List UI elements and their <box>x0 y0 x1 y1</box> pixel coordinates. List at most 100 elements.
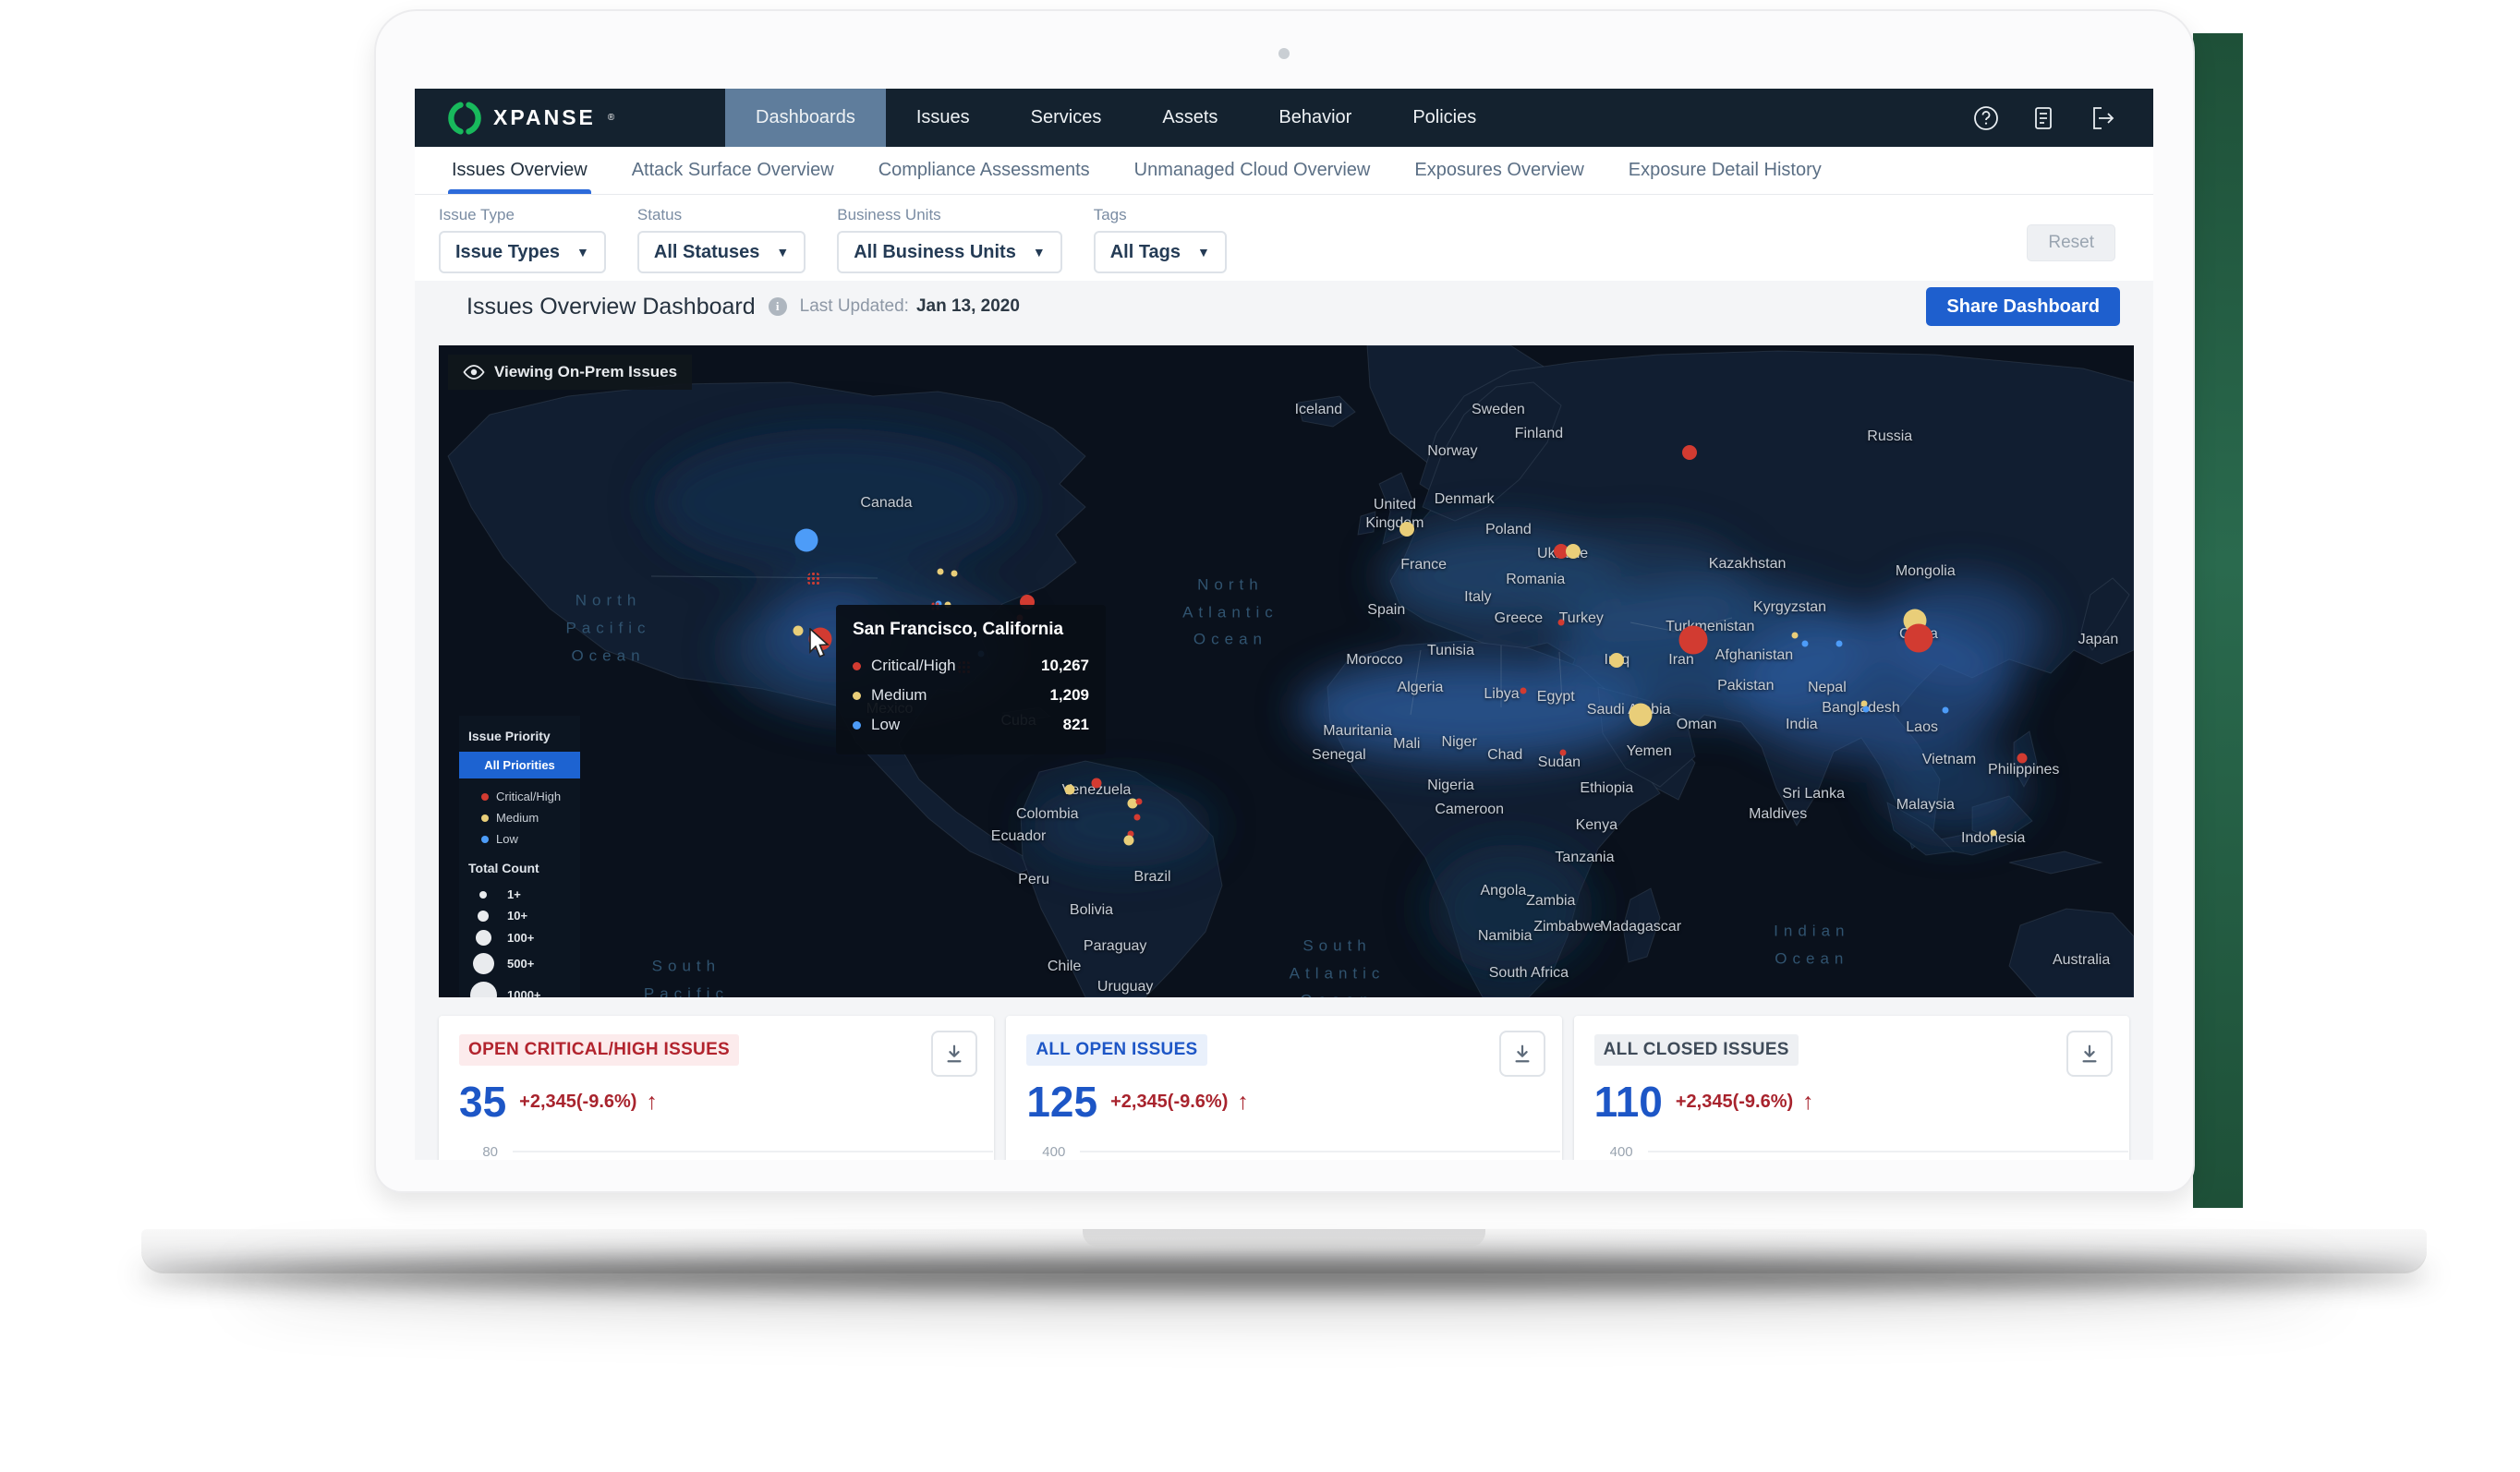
mini-chart-svg <box>1648 1136 2128 1160</box>
issue-marker-yellow[interactable] <box>1609 653 1624 668</box>
card-title-badge: ALL OPEN ISSUES <box>1026 1034 1206 1066</box>
issue-marker-red[interactable] <box>1135 799 1142 805</box>
download-button[interactable] <box>1499 1031 1545 1077</box>
legend-priority-critical-high[interactable]: Critical/High <box>468 786 571 807</box>
issue-marker-red[interactable] <box>1559 749 1566 755</box>
tab-compliance-assessments[interactable]: Compliance Assessments <box>878 147 1090 194</box>
eye-icon <box>463 365 485 380</box>
mouse-cursor-icon <box>808 628 832 659</box>
issue-marker-red[interactable] <box>1091 778 1101 788</box>
nav-item-services[interactable]: Services <box>1000 89 1133 147</box>
nav-item-assets[interactable]: Assets <box>1132 89 1248 147</box>
trend-up-icon: ↑ <box>1237 1089 1249 1116</box>
issue-marker-yellow[interactable] <box>1566 544 1581 559</box>
issue-marker-yellow[interactable] <box>794 626 804 636</box>
dropdown-status[interactable]: All Statuses▼ <box>637 231 806 273</box>
issue-marker-yellow[interactable] <box>1630 704 1653 727</box>
mini-chart-svg <box>1080 1136 1560 1160</box>
issue-marker-red[interactable] <box>806 572 821 586</box>
map-legend: Issue Priority All Priorities Critical/H… <box>459 716 580 997</box>
issue-marker-red[interactable] <box>1134 814 1141 821</box>
issue-marker-red[interactable] <box>1904 623 1932 652</box>
legend-count-title: Total Count <box>468 861 571 875</box>
tooltip-row-critical-high: Critical/High10,267 <box>853 651 1089 681</box>
axis-tick-top: 400 <box>1594 1144 1633 1160</box>
issue-marker-red[interactable] <box>1682 445 1697 460</box>
issue-marker-blue[interactable] <box>1802 641 1809 647</box>
issue-marker-yellow[interactable] <box>1399 522 1414 537</box>
count-label: 500+ <box>507 957 534 971</box>
count-label: 1+ <box>507 887 521 901</box>
help-icon[interactable] <box>1972 104 2000 132</box>
tab-exposure-detail-history[interactable]: Exposure Detail History <box>1629 147 1822 194</box>
share-dashboard-button[interactable]: Share Dashboard <box>1926 287 2120 326</box>
issue-marker-red[interactable] <box>1557 620 1564 626</box>
yellow-dot-icon <box>481 814 489 822</box>
tab-issues-overview[interactable]: Issues Overview <box>452 147 588 194</box>
nav-utilities <box>1972 89 2153 147</box>
issue-marker-yellow[interactable] <box>938 568 944 574</box>
dropdown-value: All Statuses <box>654 242 759 263</box>
legend-count-items: 1+10+100+500+1000+ <box>468 884 571 997</box>
filter-tags: TagsAll Tags▼ <box>1094 206 1227 273</box>
issue-marker-blue[interactable] <box>795 529 818 552</box>
card-value-row: 35+2,345(-9.6%)↑ <box>459 1077 974 1127</box>
issue-marker-blue[interactable] <box>1863 706 1870 712</box>
count-circle-icon <box>473 953 494 974</box>
tooltip-row-label: Critical/High <box>871 657 956 675</box>
tab-exposures-overview[interactable]: Exposures Overview <box>1414 147 1583 194</box>
tooltip-row-label: Medium <box>871 686 927 705</box>
tooltip-rows: Critical/High10,267Medium1,209Low821 <box>853 651 1089 740</box>
metric-card-all-closed-issues: ALL CLOSED ISSUES110+2,345(-9.6%)↑400300 <box>1574 1016 2129 1160</box>
issue-marker-yellow[interactable] <box>1990 830 1996 837</box>
nav-item-issues[interactable]: Issues <box>886 89 1000 147</box>
issue-marker-red[interactable] <box>2017 753 2027 763</box>
issue-marker-yellow[interactable] <box>1123 835 1133 845</box>
nav-items: DashboardsIssuesServicesAssetsBehaviorPo… <box>725 89 1507 147</box>
dropdown-business-units[interactable]: All Business Units▼ <box>837 231 1061 273</box>
issue-marker-yellow[interactable] <box>1064 784 1074 794</box>
legend-all-priorities[interactable]: All Priorities <box>459 752 580 778</box>
dropdown-issue-type[interactable]: Issue Types▼ <box>439 231 606 273</box>
download-button[interactable] <box>2066 1031 2113 1077</box>
card-value-row: 110+2,345(-9.6%)↑ <box>1594 1077 2109 1127</box>
issue-marker-yellow[interactable] <box>951 571 957 577</box>
red-dot-icon <box>853 662 861 670</box>
legend-priority-low[interactable]: Low <box>468 828 571 850</box>
laptop-base-notch <box>1083 1229 1485 1247</box>
dropdown-tags[interactable]: All Tags▼ <box>1094 231 1227 273</box>
sign-out-icon[interactable] <box>2087 104 2114 132</box>
top-nav: XPANSE ® DashboardsIssuesServicesAssetsB… <box>415 89 2153 147</box>
release-notes-icon[interactable] <box>2029 104 2057 132</box>
last-updated-value: Jan 13, 2020 <box>916 296 1020 317</box>
filter-business-units: Business UnitsAll Business Units▼ <box>837 206 1061 273</box>
issue-marker-red[interactable] <box>1678 626 1707 655</box>
issue-marker-yellow[interactable] <box>1792 633 1799 639</box>
nav-item-policies[interactable]: Policies <box>1382 89 1507 147</box>
brand-registered-mark: ® <box>608 113 614 123</box>
tab-attack-surface-overview[interactable]: Attack Surface Overview <box>632 147 834 194</box>
legend-priority-medium[interactable]: Medium <box>468 807 571 828</box>
world-map[interactable]: CanadaMexicoCubaVenezuelaColombiaEcuador… <box>439 345 2134 997</box>
reset-button[interactable]: Reset <box>2027 224 2115 261</box>
mini-chart-svg <box>513 1136 993 1160</box>
issue-marker-blue[interactable] <box>1943 706 1949 713</box>
count-circle-icon <box>476 930 491 946</box>
count-circle-icon <box>479 891 487 899</box>
issue-marker-red[interactable] <box>1520 688 1527 694</box>
card-value: 35 <box>459 1077 506 1127</box>
issue-marker-blue[interactable] <box>1835 641 1842 647</box>
laptop-screen: XPANSE ® DashboardsIssuesServicesAssetsB… <box>374 9 2195 1193</box>
tab-unmanaged-cloud-overview[interactable]: Unmanaged Cloud Overview <box>1134 147 1371 194</box>
metric-card-all-open-issues: ALL OPEN ISSUES125+2,345(-9.6%)↑400300 <box>1006 1016 1561 1160</box>
axis-tick-top: 80 <box>459 1144 498 1160</box>
info-icon[interactable]: i <box>769 297 787 316</box>
tooltip-row-label: Low <box>871 716 900 734</box>
legend-count-1: 1+ <box>468 884 571 905</box>
download-button[interactable] <box>931 1031 977 1077</box>
filter-label-issue-type: Issue Type <box>439 206 606 224</box>
red-dot-icon <box>481 793 489 801</box>
chevron-down-icon: ▼ <box>1033 245 1046 259</box>
nav-item-behavior[interactable]: Behavior <box>1248 89 1382 147</box>
nav-item-dashboards[interactable]: Dashboards <box>725 89 886 147</box>
